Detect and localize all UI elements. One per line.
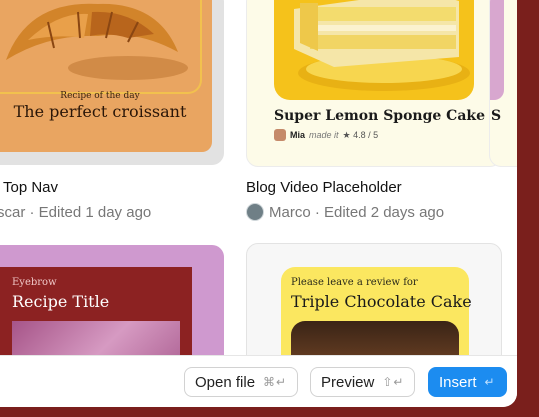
- template-card-croissant[interactable]: Recipe of the day The perfect croissant: [0, 0, 224, 165]
- lemon-cake-review-row: Mia made it ★ 4.8 / 5: [274, 129, 378, 141]
- recipe-eyebrow: Eyebrow: [12, 277, 57, 288]
- review-rating: ★ 4.8 / 5: [342, 129, 379, 140]
- recipe-title: Recipe Title: [12, 292, 110, 311]
- template-meta-top-nav: scar · Edited 1 day ago: [0, 204, 152, 221]
- template-card-lemon-cake[interactable]: Super Lemon Sponge Cake Mia made it ★ 4.…: [246, 0, 502, 167]
- lemon-cake-thumbnail: [274, 0, 474, 100]
- insert-shortcut: ↵: [484, 375, 496, 389]
- template-gallery: Recipe of the day The perfect croissant …: [0, 0, 517, 407]
- open-file-button[interactable]: Open file ⌘↵: [184, 367, 299, 397]
- chocolate-eyebrow: Please leave a review for: [291, 277, 418, 288]
- lemon-cake-title: Super Lemon Sponge Cake: [274, 108, 485, 124]
- template-card-peek[interactable]: S: [489, 0, 517, 167]
- chocolate-title: Triple Chocolate Cake: [291, 292, 472, 311]
- review-author: Mia: [290, 130, 306, 140]
- croissant-title: The perfect croissant: [13, 102, 187, 121]
- lemon-cake-image: [294, 0, 470, 91]
- open-file-shortcut: ⌘↵: [263, 375, 288, 389]
- avatar: [274, 129, 286, 141]
- template-name-blog-video: Blog Video Placeholder: [246, 179, 402, 196]
- preview-button[interactable]: Preview ⇧↵: [310, 367, 416, 397]
- insert-button[interactable]: Insert ↵: [428, 367, 507, 397]
- template-name-top-nav: Top Nav: [3, 179, 59, 196]
- preview-shortcut: ⇧↵: [382, 375, 405, 389]
- preview-label: Preview: [321, 373, 375, 391]
- insert-label: Insert: [439, 373, 477, 391]
- croissant-eyebrow: Recipe of the day: [60, 91, 140, 101]
- template-meta-blog-video: Marco · Edited 2 days ago: [269, 203, 445, 221]
- croissant-image: [6, 3, 188, 80]
- croissant-thumbnail: Recipe of the day The perfect croissant: [0, 0, 212, 152]
- avatar: [246, 203, 264, 221]
- peek-title: S: [491, 108, 502, 124]
- template-meta-blog-video-row: Marco · Edited 2 days ago: [246, 203, 444, 221]
- review-made-it: made it: [309, 130, 339, 140]
- open-file-label: Open file: [195, 373, 256, 391]
